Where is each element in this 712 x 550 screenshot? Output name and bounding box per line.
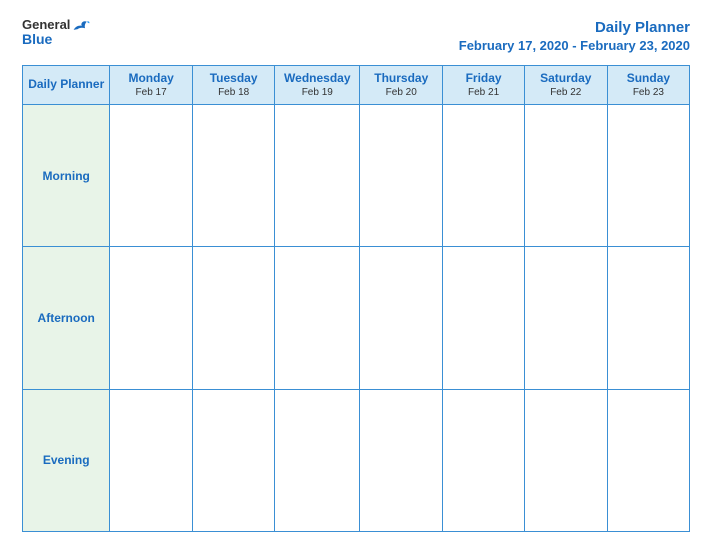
cell-sunday-evening[interactable] xyxy=(607,389,689,531)
table-row-evening: Evening xyxy=(23,389,690,531)
cell-friday-morning[interactable] xyxy=(443,105,524,247)
row-label-afternoon: Afternoon xyxy=(23,247,110,389)
cell-saturday-afternoon[interactable] xyxy=(524,247,607,389)
col-header-saturday: Saturday Feb 22 xyxy=(524,65,607,105)
friday-date: Feb 21 xyxy=(446,86,520,99)
cell-saturday-morning[interactable] xyxy=(524,105,607,247)
tuesday-name: Tuesday xyxy=(196,71,272,87)
logo-general: General xyxy=(22,18,70,32)
table-row-afternoon: Afternoon xyxy=(23,247,690,389)
col-header-friday: Friday Feb 21 xyxy=(443,65,524,105)
header-title: Daily Planner xyxy=(459,18,690,38)
col-header-wednesday: Wednesday Feb 19 xyxy=(275,65,360,105)
thursday-name: Thursday xyxy=(363,71,439,87)
logo: General Blue xyxy=(22,18,90,48)
col-header-monday: Monday Feb 17 xyxy=(110,65,192,105)
page: General Blue Daily Planner February 17, … xyxy=(0,0,712,550)
col-header-sunday: Sunday Feb 23 xyxy=(607,65,689,105)
logo-bird-icon xyxy=(72,18,90,32)
cell-monday-afternoon[interactable] xyxy=(110,247,192,389)
logo-blue: Blue xyxy=(22,32,52,47)
cell-wednesday-afternoon[interactable] xyxy=(275,247,360,389)
cell-monday-evening[interactable] xyxy=(110,389,192,531)
cell-friday-afternoon[interactable] xyxy=(443,247,524,389)
header: General Blue Daily Planner February 17, … xyxy=(22,18,690,53)
wednesday-name: Wednesday xyxy=(278,71,356,87)
friday-name: Friday xyxy=(446,71,520,87)
header-right: Daily Planner February 17, 2020 - Februa… xyxy=(459,18,690,53)
sunday-name: Sunday xyxy=(611,71,686,87)
row-label-morning: Morning xyxy=(23,105,110,247)
tuesday-date: Feb 18 xyxy=(196,86,272,99)
cell-sunday-morning[interactable] xyxy=(607,105,689,247)
cell-tuesday-morning[interactable] xyxy=(192,105,275,247)
cell-wednesday-evening[interactable] xyxy=(275,389,360,531)
planner-table: Daily Planner Monday Feb 17 Tuesday Feb … xyxy=(22,65,690,533)
logo-text: General xyxy=(22,18,90,32)
cell-monday-morning[interactable] xyxy=(110,105,192,247)
table-row-morning: Morning xyxy=(23,105,690,247)
col-header-daily-planner: Daily Planner xyxy=(23,65,110,105)
saturday-date: Feb 22 xyxy=(528,86,604,99)
cell-sunday-afternoon[interactable] xyxy=(607,247,689,389)
col-header-thursday: Thursday Feb 20 xyxy=(360,65,443,105)
cell-tuesday-afternoon[interactable] xyxy=(192,247,275,389)
row-label-evening: Evening xyxy=(23,389,110,531)
col-header-daily-label: Daily Planner xyxy=(26,77,106,93)
col-header-tuesday: Tuesday Feb 18 xyxy=(192,65,275,105)
thursday-date: Feb 20 xyxy=(363,86,439,99)
cell-friday-evening[interactable] xyxy=(443,389,524,531)
header-date-range: February 17, 2020 - February 23, 2020 xyxy=(459,38,690,53)
monday-name: Monday xyxy=(113,71,188,87)
saturday-name: Saturday xyxy=(528,71,604,87)
cell-wednesday-morning[interactable] xyxy=(275,105,360,247)
monday-date: Feb 17 xyxy=(113,86,188,99)
table-header-row: Daily Planner Monday Feb 17 Tuesday Feb … xyxy=(23,65,690,105)
cell-thursday-afternoon[interactable] xyxy=(360,247,443,389)
cell-thursday-morning[interactable] xyxy=(360,105,443,247)
cell-thursday-evening[interactable] xyxy=(360,389,443,531)
cell-tuesday-evening[interactable] xyxy=(192,389,275,531)
sunday-date: Feb 23 xyxy=(611,86,686,99)
wednesday-date: Feb 19 xyxy=(278,86,356,99)
cell-saturday-evening[interactable] xyxy=(524,389,607,531)
